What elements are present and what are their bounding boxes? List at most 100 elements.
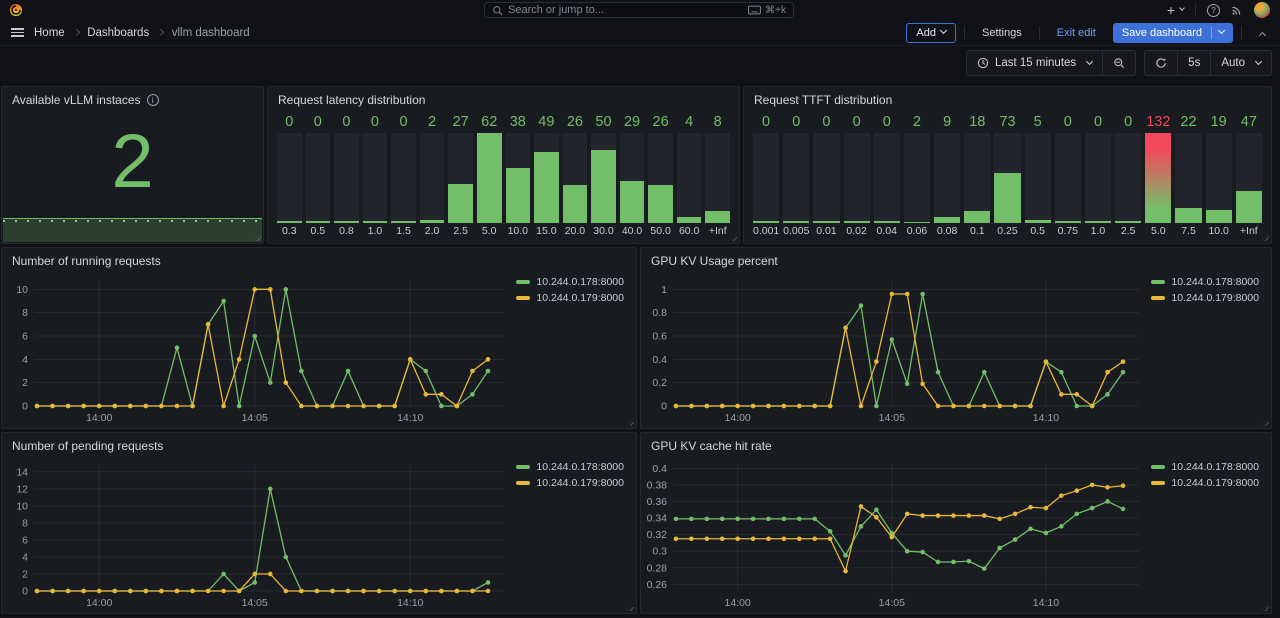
bar-track bbox=[994, 133, 1020, 223]
svg-text:0.26: 0.26 bbox=[647, 579, 668, 591]
svg-text:14:00: 14:00 bbox=[86, 412, 112, 424]
svg-text:4: 4 bbox=[22, 551, 28, 563]
bar-value: 5 bbox=[1025, 113, 1051, 133]
settings-button[interactable]: Settings bbox=[973, 23, 1031, 43]
exit-edit-button[interactable]: Exit edit bbox=[1048, 23, 1105, 43]
bar-value: 38 bbox=[506, 113, 531, 133]
info-icon[interactable] bbox=[147, 94, 159, 106]
bar-column: 00.3 bbox=[277, 113, 302, 238]
breadcrumb-current: vllm dashboard bbox=[172, 27, 250, 39]
breadcrumb-home[interactable]: Home bbox=[34, 27, 65, 39]
panel-running-requests: Number of running requests 024681014:001… bbox=[1, 247, 637, 429]
dashboard-grid: Available vLLM instaces 2 Request latenc… bbox=[0, 80, 1280, 614]
bar-category-label: 2.5 bbox=[448, 223, 473, 238]
bar-track bbox=[477, 133, 502, 223]
bar-value: 0 bbox=[1085, 113, 1111, 133]
bar-value: 27 bbox=[448, 113, 473, 133]
bar-track bbox=[1085, 133, 1111, 223]
refresh-icon bbox=[1155, 57, 1167, 69]
refresh-button[interactable] bbox=[1145, 51, 1177, 75]
svg-text:14:10: 14:10 bbox=[397, 412, 423, 424]
bar-category-label: 5.0 bbox=[477, 223, 502, 238]
save-dashboard-button[interactable]: Save dashboard bbox=[1113, 23, 1233, 43]
chart-legend: 10.244.0.178:8000 10.244.0.179:8000 bbox=[516, 461, 624, 489]
legend-item[interactable]: 10.244.0.178:8000 bbox=[1151, 276, 1259, 288]
bar-value: 50 bbox=[591, 113, 616, 133]
auto-refresh-picker[interactable]: Auto bbox=[1211, 51, 1271, 75]
bar-column: 730.25 bbox=[994, 113, 1020, 238]
pending-requests-chart[interactable]: 0246810121414:0014:0514:10 bbox=[4, 457, 508, 611]
kv-cache-hit-rate-chart[interactable]: 0.260.280.30.320.340.360.380.414:0014:05… bbox=[643, 457, 1143, 611]
panel-title[interactable]: Request latency distribution bbox=[268, 87, 739, 107]
svg-text:14:10: 14:10 bbox=[1033, 597, 1059, 609]
bar-column: 625.0 bbox=[477, 113, 502, 238]
bar-column: 00.005 bbox=[783, 113, 809, 238]
bar-track bbox=[620, 133, 645, 223]
search-input[interactable]: Search or jump to... ⌘+k bbox=[484, 2, 794, 18]
bar-column: 2620.0 bbox=[563, 113, 588, 238]
panel-title[interactable]: Available vLLM instaces bbox=[2, 87, 263, 107]
news-icon[interactable] bbox=[1231, 4, 1243, 16]
bar-value: 26 bbox=[563, 113, 588, 133]
legend-item[interactable]: 10.244.0.179:8000 bbox=[516, 477, 624, 489]
grafana-logo[interactable] bbox=[8, 2, 24, 18]
bar-fill bbox=[563, 185, 588, 223]
legend-item[interactable]: 10.244.0.178:8000 bbox=[516, 276, 624, 288]
running-requests-chart[interactable]: 024681014:0014:0514:10 bbox=[4, 272, 508, 426]
bar-track bbox=[964, 133, 990, 223]
bar-category-label: 0.25 bbox=[994, 223, 1020, 238]
panel-title[interactable]: Request TTFT distribution bbox=[744, 87, 1271, 107]
add-button[interactable]: Add bbox=[906, 23, 956, 43]
panel-title[interactable]: GPU KV cache hit rate bbox=[641, 433, 1271, 453]
gpu-kv-usage-chart[interactable]: 00.20.40.60.8114:0014:0514:10 bbox=[643, 272, 1143, 426]
bar-value: 26 bbox=[648, 113, 673, 133]
chevron-up-icon[interactable] bbox=[1250, 24, 1270, 42]
top-bar: Search or jump to... ⌘+k bbox=[0, 0, 1280, 20]
bar-fill bbox=[994, 173, 1020, 223]
bar-value: 0 bbox=[277, 113, 302, 133]
panel-title[interactable]: Number of pending requests bbox=[2, 433, 636, 453]
legend-label: 10.244.0.178:8000 bbox=[536, 276, 624, 288]
bar-track bbox=[534, 133, 559, 223]
bar-track bbox=[448, 133, 473, 223]
time-range-picker[interactable]: Last 15 minutes bbox=[967, 51, 1102, 75]
breadcrumb-dashboards[interactable]: Dashboards bbox=[87, 27, 149, 39]
bar-category-label: 0.001 bbox=[753, 223, 779, 238]
user-avatar[interactable] bbox=[1254, 2, 1270, 18]
legend-item[interactable]: 10.244.0.178:8000 bbox=[1151, 461, 1259, 473]
legend-item[interactable]: 10.244.0.179:8000 bbox=[1151, 477, 1259, 489]
legend-item[interactable]: 10.244.0.179:8000 bbox=[1151, 292, 1259, 304]
legend-label: 10.244.0.179:8000 bbox=[1171, 477, 1259, 489]
legend-label: 10.244.0.178:8000 bbox=[536, 461, 624, 473]
panel-title[interactable]: Number of running requests bbox=[2, 248, 636, 268]
svg-text:2: 2 bbox=[22, 377, 28, 389]
add-new-icon[interactable] bbox=[1167, 3, 1184, 17]
latency-bar-gauge[interactable]: 00.300.500.801.001.522.0272.5625.03810.0… bbox=[277, 113, 730, 238]
ttft-bar-gauge[interactable]: 00.00100.00500.0100.0200.0420.0690.08180… bbox=[753, 113, 1262, 238]
bar-category-label: 15.0 bbox=[534, 223, 559, 238]
bar-track bbox=[934, 133, 960, 223]
bar-column: 00.01 bbox=[813, 113, 839, 238]
menu-icon[interactable] bbox=[10, 24, 25, 41]
panel-title[interactable]: GPU KV Usage percent bbox=[641, 248, 1271, 268]
panel-gpu-kv-usage: GPU KV Usage percent 00.20.40.60.8114:00… bbox=[640, 247, 1272, 429]
bar-column: 1910.0 bbox=[1206, 113, 1232, 238]
bar-category-label: 0.04 bbox=[874, 223, 900, 238]
legend-item[interactable]: 10.244.0.179:8000 bbox=[516, 292, 624, 304]
bar-fill bbox=[1145, 133, 1171, 223]
help-icon[interactable] bbox=[1207, 4, 1220, 17]
bar-column: 00.001 bbox=[753, 113, 779, 238]
bar-category-label: 7.5 bbox=[1175, 223, 1201, 238]
refresh-interval-label[interactable]: 5s bbox=[1178, 51, 1210, 75]
legend-swatch bbox=[1151, 465, 1165, 469]
divider bbox=[1241, 26, 1242, 40]
bar-value: 18 bbox=[964, 113, 990, 133]
bar-value: 0 bbox=[306, 113, 331, 133]
grafana-logo-icon bbox=[8, 2, 24, 18]
bar-track bbox=[705, 133, 730, 223]
svg-text:0.34: 0.34 bbox=[647, 513, 668, 525]
legend-item[interactable]: 10.244.0.178:8000 bbox=[516, 461, 624, 473]
zoom-out-button[interactable] bbox=[1103, 51, 1135, 75]
bar-category-label: 50.0 bbox=[648, 223, 673, 238]
bar-column: 00.04 bbox=[874, 113, 900, 238]
